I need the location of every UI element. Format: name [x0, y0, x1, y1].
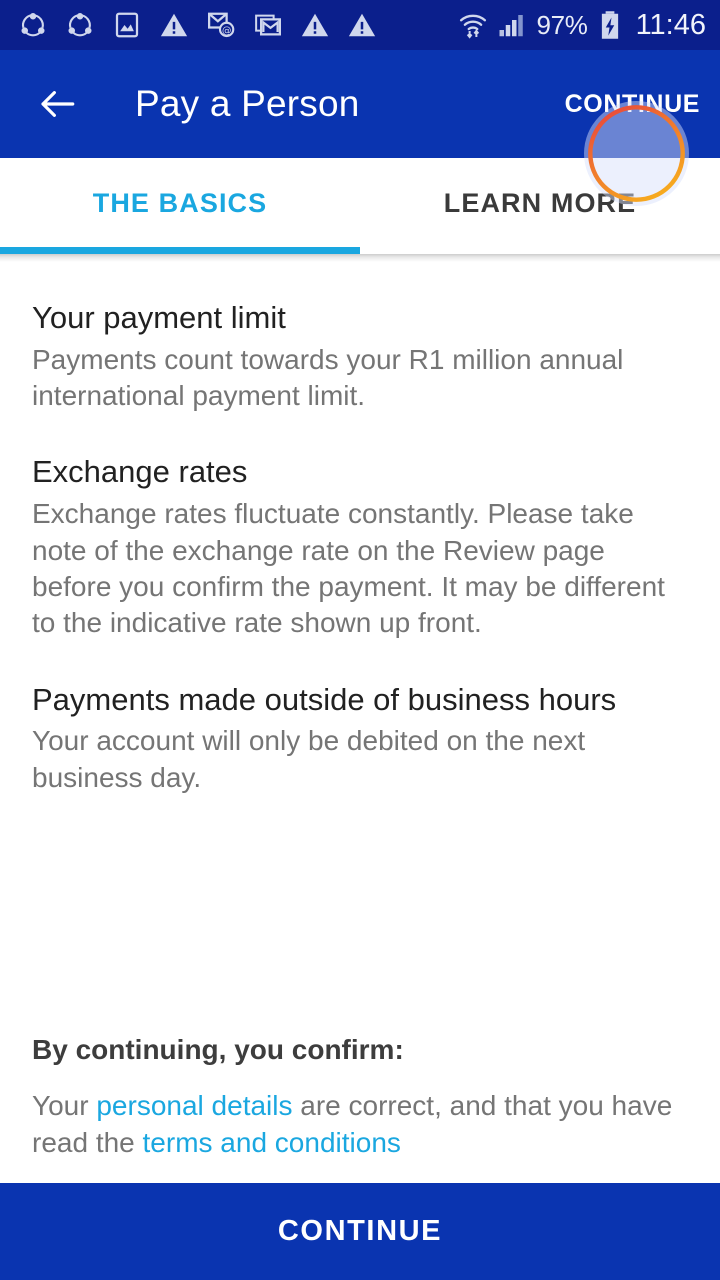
back-button[interactable]: [34, 81, 80, 127]
tab-bar-shadow: [0, 254, 720, 262]
wifi-transfer-icon: [458, 10, 488, 40]
section-body: Your account will only be debited on the…: [32, 725, 586, 793]
svg-text:@: @: [222, 25, 231, 36]
info-section-exchange-rates: Exchange rates Exchange rates fluctuate …: [32, 452, 688, 641]
tab-active-indicator: [0, 247, 360, 254]
sync-share-icon: [18, 10, 48, 40]
confirmation-block: By continuing, you confirm: Your persona…: [32, 1034, 688, 1183]
confirmation-heading: By continuing, you confirm:: [32, 1034, 404, 1066]
content-area: Your payment limit Payments count toward…: [0, 262, 720, 1183]
confirmation-text-part-1: Your: [32, 1090, 97, 1122]
section-heading: Your payment limit: [32, 300, 286, 335]
section-body: Exchange rates fluctuate constantly. Ple…: [32, 498, 665, 639]
terms-and-conditions-link[interactable]: terms and conditions: [143, 1127, 401, 1158]
warning-triangle-icon: [159, 10, 189, 40]
status-bar-right-icons: 97% 11:46: [458, 10, 706, 40]
email-at-icon: @: [206, 10, 236, 40]
confirmation-text: Your personal details are correct, and t…: [32, 1088, 688, 1161]
tab-the-basics[interactable]: THE BASICS: [0, 158, 360, 254]
warning-triangle-icon: [300, 10, 330, 40]
tab-label: THE BASICS: [92, 187, 268, 218]
info-section-payment-limit: Your payment limit Payments count toward…: [32, 298, 688, 414]
status-bar-left-icons: @: [18, 10, 377, 40]
page-title: Pay a Person: [135, 83, 360, 124]
app-bar: Pay a Person CONTINUE: [0, 50, 720, 206]
clock-label: 11:46: [635, 8, 706, 41]
gmail-icon: [253, 10, 283, 40]
section-heading: Exchange rates: [32, 454, 248, 490]
continue-button-label: CONTINUE: [277, 1215, 443, 1247]
info-section-business-hours: Payments made outside of business hours …: [32, 680, 688, 796]
continue-button[interactable]: CONTINUE: [0, 1183, 720, 1280]
tab-learn-more[interactable]: LEARN MORE: [360, 158, 720, 254]
battery-charging-icon: [597, 10, 623, 40]
photo-icon: [112, 10, 142, 40]
back-arrow-icon: [36, 83, 78, 125]
cellular-signal-icon: [497, 10, 527, 40]
personal-details-link[interactable]: personal details: [96, 1090, 292, 1121]
tab-bar: THE BASICS LEARN MORE: [0, 158, 720, 254]
section-body: Payments count towards your R1 million a…: [32, 343, 624, 412]
warning-triangle-icon: [347, 10, 377, 40]
status-bar: @ 97% 11:46: [0, 0, 720, 50]
app-screen: @ 97% 11:46 Pay a Person CONTINUE THE BA…: [0, 0, 720, 1280]
section-heading: Payments made outside of business hours: [32, 681, 617, 717]
battery-percent-label: 97%: [536, 10, 588, 40]
appbar-continue-button[interactable]: CONTINUE: [565, 90, 702, 119]
tab-label: LEARN MORE: [443, 187, 637, 218]
sync-share-icon: [65, 10, 95, 40]
